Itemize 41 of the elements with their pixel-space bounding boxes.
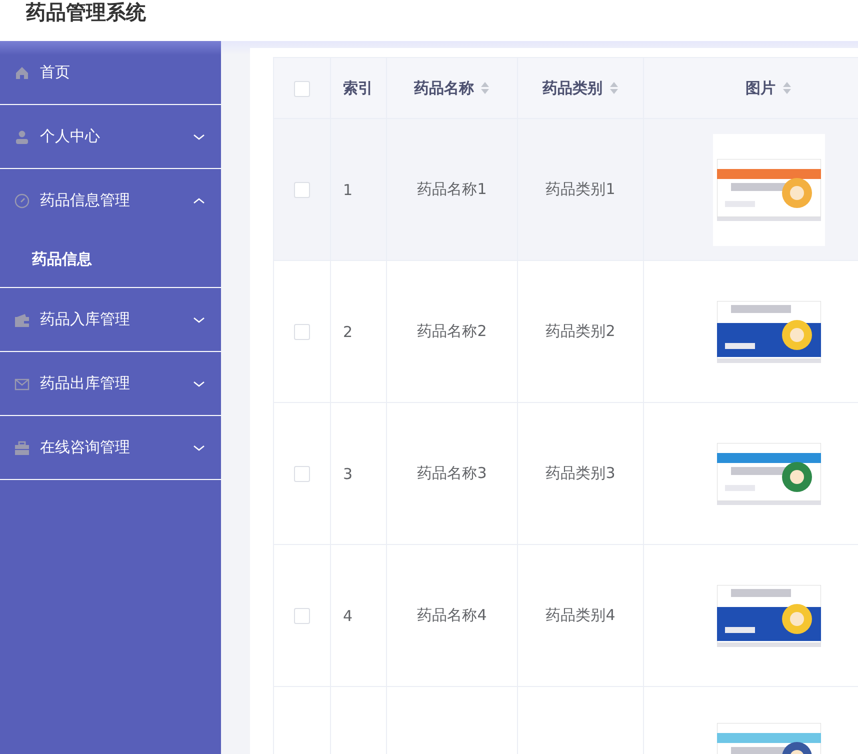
- row-index: 4: [343, 606, 353, 624]
- menu-item[interactable]: 在线咨询管理: [0, 416, 221, 479]
- chevron-down-icon: [193, 316, 205, 324]
- drug-name: 药品名称4: [417, 606, 487, 624]
- drug-name: 药品名称3: [417, 464, 487, 482]
- drug-name: 药品名称2: [417, 322, 487, 340]
- checkbox[interactable]: [294, 80, 310, 97]
- column-header[interactable]: 药品类别: [542, 78, 602, 98]
- sort-icon[interactable]: [782, 81, 792, 95]
- column-header[interactable]: 索引: [343, 78, 373, 98]
- compass-icon: [14, 192, 30, 208]
- chevron-down-icon: [193, 380, 205, 388]
- column-header[interactable]: 药品名称: [414, 78, 474, 98]
- column-header[interactable]: 图片: [746, 78, 776, 98]
- chevron-down-icon: [193, 132, 205, 140]
- checkbox[interactable]: [294, 466, 310, 482]
- checkbox[interactable]: [294, 608, 310, 624]
- submenu-item[interactable]: 药品信息: [0, 232, 221, 287]
- chevron-up-icon: [193, 196, 205, 204]
- row-index: 3: [343, 464, 353, 482]
- wallet-icon: [14, 312, 30, 328]
- drug-name: 药品名称1: [417, 180, 487, 198]
- drug-category: 药品类别4: [546, 606, 616, 624]
- menu-item[interactable]: 药品出库管理: [0, 352, 221, 415]
- app-title: 药品管理系统: [25, 0, 146, 24]
- drug-category: 药品类别1: [546, 180, 616, 198]
- menu-item[interactable]: 个人中心: [0, 105, 221, 168]
- row-index: 2: [343, 322, 353, 340]
- chevron-down-icon: [193, 444, 205, 452]
- drug-category: 药品类别3: [546, 464, 616, 482]
- home-icon: [14, 64, 30, 80]
- checkbox[interactable]: [294, 182, 310, 198]
- row-index: 1: [343, 180, 353, 198]
- briefcase-icon: [14, 440, 30, 456]
- person-icon: [14, 128, 30, 144]
- menu-item[interactable]: 药品信息管理: [0, 169, 221, 232]
- sort-icon[interactable]: [608, 81, 618, 95]
- checkbox[interactable]: [294, 324, 310, 340]
- sort-icon[interactable]: [480, 81, 490, 95]
- menu-item[interactable]: 药品入库管理: [0, 288, 221, 351]
- drug-category: 药品类别2: [546, 322, 616, 340]
